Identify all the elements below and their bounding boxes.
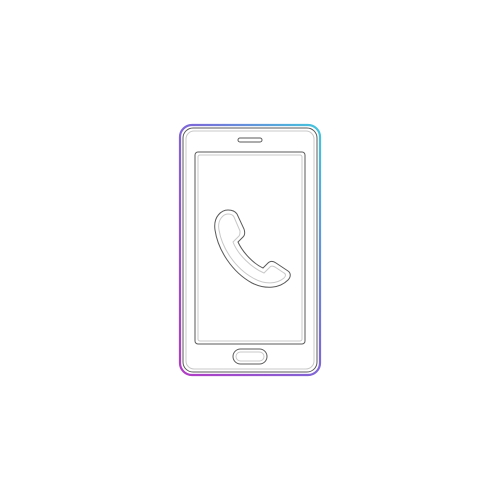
speaker-slot	[237, 137, 263, 143]
phone-screen	[194, 151, 306, 345]
icon-canvas	[0, 0, 500, 500]
home-button	[232, 348, 268, 365]
smartphone-icon	[178, 123, 322, 377]
phone-body	[182, 127, 318, 373]
home-button-inner-edge	[235, 351, 265, 362]
phone-handset-icon	[214, 209, 291, 288]
phone-outer-glow	[178, 123, 322, 377]
phone-body-inner-edge	[185, 130, 315, 370]
phone-screen-inner-edge	[197, 154, 303, 342]
